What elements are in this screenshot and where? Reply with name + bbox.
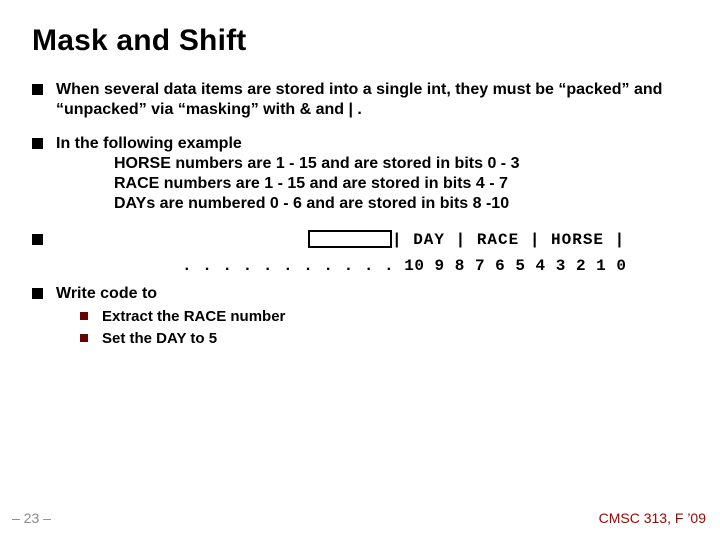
write-code-sublist: Extract the RACE number Set the DAY to 5 [56,306,688,350]
bits-diagram: | DAY | RACE | HORSE | . . . . . . . . .… [56,230,688,276]
example-race: RACE numbers are 1 - 15 and are stored i… [114,174,688,194]
example-horse: HORSE numbers are 1 - 15 and are stored … [114,154,688,174]
footer-page-number: – 23 – [12,510,51,526]
bits-header-text: | DAY | RACE | HORSE | [392,231,625,249]
sub-set-day-text: Set the DAY to 5 [102,330,217,347]
sub-extract-race: Extract the RACE number [80,306,688,328]
bullet-example: In the following example HORSE numbers a… [32,134,688,214]
bits-diagram-wrapper: | DAY | RACE | HORSE | . . . . . . . . .… [32,230,688,276]
bits-index-row: . . . . . . . . . . . 10 9 8 7 6 5 4 3 2… [182,256,720,276]
footer-course: CMSC 313, F ’09 [599,510,706,526]
bits-blank-box-icon [308,230,392,248]
bullet-packing: When several data items are stored into … [32,80,688,120]
bullet-list: When several data items are stored into … [32,80,688,350]
bullet-packing-text: When several data items are stored into … [56,81,662,118]
sub-set-day: Set the DAY to 5 [80,328,688,350]
sub-extract-race-text: Extract the RACE number [102,308,285,325]
bits-header-row: | DAY | RACE | HORSE | [308,230,625,250]
bullet-write-code: Write code to Extract the RACE number Se… [32,284,688,350]
example-day: DAYs are numbered 0 - 6 and are stored i… [114,194,688,214]
slide: Mask and Shift When several data items a… [0,0,720,540]
slide-title: Mask and Shift [32,24,688,58]
example-lines: HORSE numbers are 1 - 15 and are stored … [56,154,688,214]
bullet-example-intro: In the following example [56,135,242,152]
bullet-write-code-text: Write code to [56,285,157,302]
